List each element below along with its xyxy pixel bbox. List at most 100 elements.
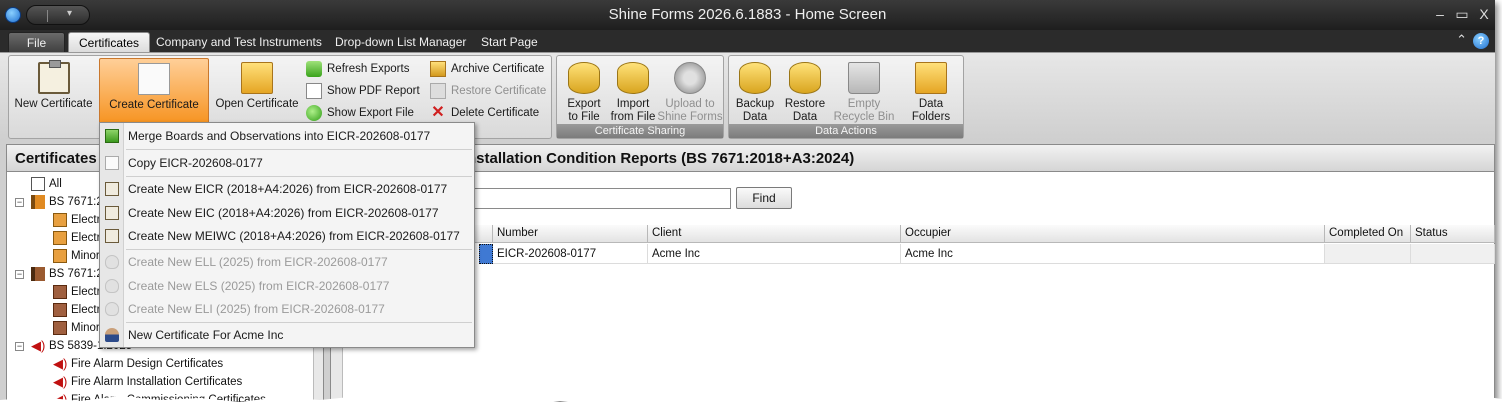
torn-edge-decoration (0, 396, 1502, 409)
all-icon (31, 177, 45, 191)
menu-item-new-eic[interactable]: Create New EIC (2018+A4:2026) from EICR-… (100, 202, 474, 224)
delete-icon: ✕ (431, 104, 445, 121)
open-certificate-label: Open Certificate (215, 98, 299, 110)
upload-to-shine-forms-label: Upload to Shine Forms (657, 98, 723, 123)
data-folders-button[interactable]: Data Folders▾ (899, 58, 963, 135)
certificate-icon (53, 321, 67, 335)
tab-drop-down-list-manager[interactable]: Drop-down List Manager (325, 32, 476, 52)
merge-icon (105, 129, 119, 143)
show-pdf-report-label: Show PDF Report (327, 85, 420, 97)
maximize-button[interactable]: ▭ (1452, 5, 1472, 23)
search-input[interactable] (471, 188, 731, 209)
export-file-icon (306, 105, 322, 121)
create-certificate-menu: Merge Boards and Observations into EICR-… (99, 122, 475, 348)
menu-separator (126, 176, 472, 177)
tree-expander[interactable]: − (15, 198, 24, 207)
menu-item-new-eicr[interactable]: Create New EICR (2018+A4:2026) from EICR… (100, 178, 474, 200)
menu-item-new-certificate-for-client[interactable]: New Certificate For Acme Inc (100, 324, 474, 346)
certificate-icon (53, 231, 67, 245)
collapse-ribbon-icon[interactable]: ⌃ (1456, 32, 1467, 48)
column-header-completed-on[interactable]: Completed On (1325, 225, 1411, 243)
restore-data-icon (789, 62, 821, 94)
fire-alarm-icon: ◀) (53, 374, 68, 389)
minimize-button[interactable]: – (1430, 5, 1450, 23)
data-folders-icon (915, 62, 947, 94)
refresh-exports-label: Refresh Exports (327, 63, 410, 75)
cell-occupier[interactable]: Acme Inc (901, 244, 1325, 264)
restore-data-label: Restore Data (784, 98, 826, 123)
certificate-icon (53, 285, 67, 299)
ribbon-group-data-actions: Backup Data Restore Data Empty Recycle Bin … (728, 55, 964, 139)
cell-status[interactable] (1411, 244, 1495, 264)
new-certificate-label: New Certificate (14, 98, 93, 110)
column-header-occupier[interactable]: Occupier (901, 225, 1325, 243)
certificate-grid: Number Client Occupier Completed On Stat… (343, 225, 1495, 265)
upload-icon (674, 62, 706, 94)
tab-start-page[interactable]: Start Page (471, 32, 548, 52)
new-certificate-icon (105, 182, 119, 196)
delete-certificate-label: Delete Certificate (451, 107, 540, 119)
import-from-file-label: Import from File (610, 98, 656, 123)
create-certificate-label: Create Certificate (109, 99, 199, 111)
menu-item-new-els[interactable]: Create New ELS (2025) from EICR-202608-0… (100, 275, 474, 297)
database-import-icon (617, 62, 649, 94)
cell-completed-on[interactable] (1325, 244, 1411, 264)
restore-data-button[interactable]: Restore Data (781, 58, 829, 124)
clipboard-icon (37, 60, 70, 94)
help-icon[interactable]: ? (1473, 33, 1489, 49)
column-header-number[interactable]: Number (493, 225, 648, 243)
certificate-list-title: nstallation Condition Reports (BS 7671:2… (331, 145, 1494, 172)
window-title: Shine Forms 2026.6.1883 - Home Screen (608, 6, 887, 23)
new-certificate-button[interactable]: New Certificate (11, 58, 96, 124)
fire-alarm-icon: ◀) (53, 356, 68, 371)
bulb-icon (105, 302, 119, 316)
menu-item-new-meiwc[interactable]: Create New MEIWC (2018+A4:2026) from EIC… (100, 225, 474, 247)
ribbon-group-certificate-sharing: Export to File Import from File Upload to S… (556, 55, 724, 139)
menu-item-new-ell[interactable]: Create New ELL (2025) from EICR-202608-0… (100, 251, 474, 273)
ribbon-tabs: File Certificates Company and Test Instr… (0, 30, 1495, 52)
certificate-sharing-group-label: Certificate Sharing (557, 124, 723, 138)
backup-data-button[interactable]: Backup Data (731, 58, 779, 124)
bulb-icon (105, 279, 119, 293)
cell-number[interactable]: EICR-202608-0177 (493, 244, 648, 264)
menu-item-copy[interactable]: Copy EICR-202608-0177 (100, 152, 474, 174)
app-window: ▾ Shine Forms 2026.6.1883 - Home Screen … (0, 0, 1495, 402)
import-from-file-button[interactable]: Import from File (609, 58, 657, 124)
empty-recycle-bin-button[interactable]: Empty Recycle Bin (831, 58, 897, 124)
documents-icon (138, 63, 170, 95)
tree-expander[interactable]: − (15, 342, 24, 351)
tab-company-and-test-instruments[interactable]: Company and Test Instruments (146, 32, 332, 52)
column-header-status[interactable]: Status (1411, 225, 1495, 243)
cell-client[interactable]: Acme Inc (648, 244, 901, 264)
certificate-icon (53, 249, 67, 263)
export-to-file-label: Export to File (567, 98, 601, 123)
menu-item-merge[interactable]: Merge Boards and Observations into EICR-… (100, 125, 474, 147)
menu-separator (126, 149, 472, 150)
new-certificate-icon (105, 206, 119, 220)
certificate-icon (53, 213, 67, 227)
create-certificate-button[interactable]: Create Certificate (99, 58, 209, 126)
tab-certificates[interactable]: Certificates (68, 32, 151, 52)
folder-icon (241, 62, 273, 94)
backup-icon (739, 62, 771, 94)
certificate-icon (53, 303, 67, 317)
find-button[interactable]: Find (736, 187, 792, 209)
upload-to-shine-forms-button[interactable]: Upload to Shine Forms (657, 58, 723, 124)
tree-expander[interactable]: − (15, 270, 24, 279)
close-button[interactable]: X (1474, 5, 1494, 23)
archive-icon (430, 61, 446, 77)
bulb-icon (105, 255, 119, 269)
row-selector-cell[interactable] (479, 244, 493, 264)
export-to-file-button[interactable]: Export to File (559, 58, 609, 124)
fire-alarm-icon: ◀) (31, 338, 46, 353)
open-certificate-button[interactable]: Open Certificate (213, 58, 301, 124)
column-header-client[interactable]: Client (648, 225, 901, 243)
menu-item-new-eli[interactable]: Create New ELI (2025) from EICR-202608-0… (100, 298, 474, 320)
pdf-icon (306, 83, 322, 99)
new-certificate-icon (105, 229, 119, 243)
book-icon (31, 267, 45, 281)
tab-file[interactable]: File (8, 32, 65, 52)
empty-recycle-bin-label: Empty Recycle Bin (833, 98, 895, 123)
database-export-icon (568, 62, 600, 94)
show-export-file-label: Show Export File (327, 107, 414, 119)
